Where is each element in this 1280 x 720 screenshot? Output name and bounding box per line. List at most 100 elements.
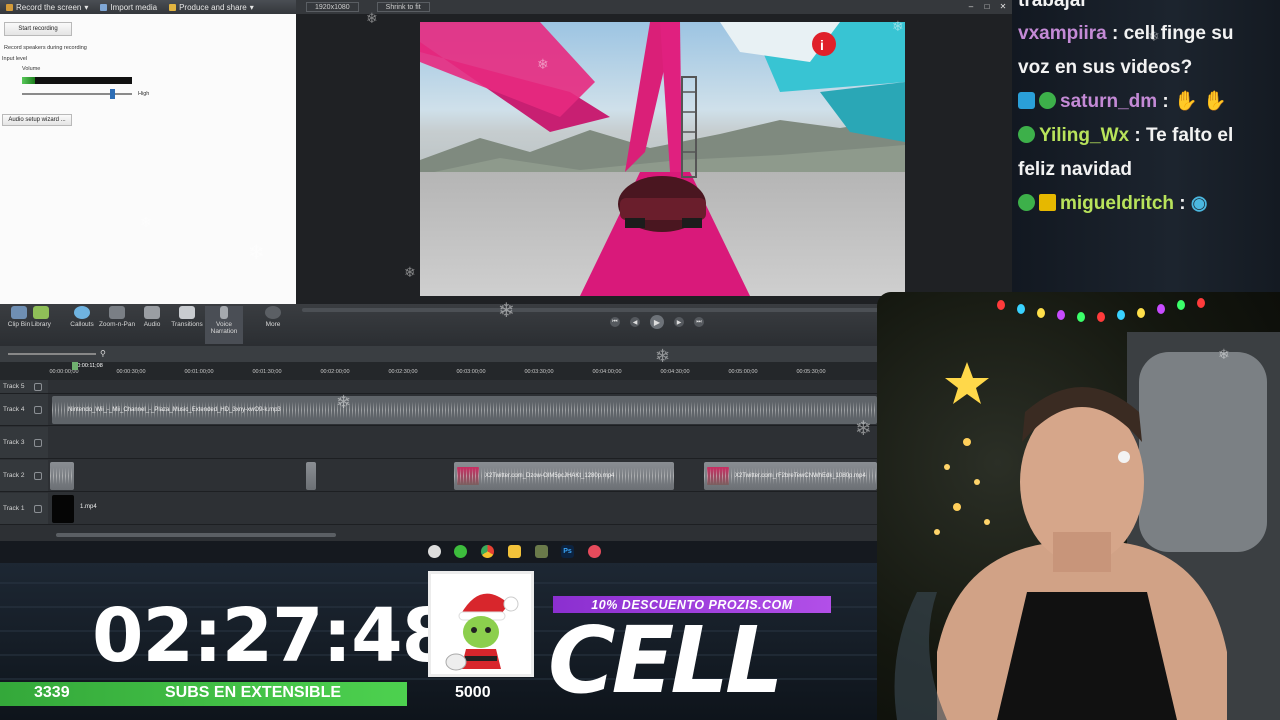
ruler-tick: 00:02:30;00 [388,369,418,375]
video-clip[interactable]: X2Twitter.com_rF2breTewCNWhEdk_1080p.mp4 [704,462,877,490]
video-clip[interactable]: X2Twitter.com_Dzow-OIM5pcJHAKt_1280p.mp4 [454,462,674,490]
chat-username[interactable]: migueldritch [1060,193,1174,214]
snowflake-icon: ❄ [336,392,352,412]
light-bulb [1017,304,1025,314]
menu-produce-share[interactable]: Produce and share ▾ [163,3,260,12]
preview-area: 1920x1080 Shrink to fit – □ ✕ i [296,0,1012,304]
video-clip[interactable] [50,462,74,490]
ruler-tick: 00:05:00;00 [728,369,758,375]
light-bulb [1177,300,1185,310]
volume-label: Volume [22,66,41,72]
track-header[interactable]: Track 4 [0,394,48,425]
track-header[interactable]: Track 2 [0,460,48,491]
track-body: 1.mp4 [48,493,877,524]
chat-username[interactable]: saturn_dm [1060,91,1157,112]
folder-icon[interactable] [508,545,521,558]
more-icon [265,306,281,319]
playhead[interactable] [72,362,78,370]
badge-icon [1018,194,1035,211]
track-header[interactable]: Track 1 [0,493,48,524]
lock-icon[interactable] [34,471,42,480]
editor-menubar: Record the screen ▾ Import media Produce … [0,0,296,14]
minimize-icon[interactable]: – [966,2,976,11]
high-label: High [138,91,150,97]
maximize-icon[interactable]: □ [982,2,992,11]
ruler-tick: 00:01:00;00 [184,369,214,375]
play-button[interactable]: ▶ [650,315,664,329]
tool-library[interactable]: Library [22,306,60,344]
menu-import-media[interactable]: Import media [94,3,163,12]
light-bulb [1037,308,1045,318]
lock-icon[interactable] [34,405,42,414]
volume-slider[interactable] [22,89,132,99]
lock-icon[interactable] [34,382,42,391]
chat-text: : [1174,193,1186,214]
step-forward-icon[interactable]: ▶ [674,317,684,327]
chat-username[interactable]: Yiling_Wx [1039,125,1129,146]
video-preview[interactable]: i [420,22,905,296]
subs-goal-count: 5000 [455,684,491,701]
snowflake-icon: ❄ [892,18,904,34]
speakers-option[interactable]: Record speakers during recording [4,45,87,51]
audio-clip[interactable]: Nintendo_Wii_-_Mii_Channel_-_Plaza_Music… [52,396,877,424]
light-bulb [997,300,1005,310]
os-taskbar: Ps [0,541,877,563]
menu-record-screen[interactable]: Record the screen ▾ [0,3,94,12]
chrome-icon[interactable] [481,545,494,558]
tool-audio[interactable]: Audio [133,306,171,344]
app-icon-clock[interactable] [428,545,441,558]
fit-select[interactable]: Shrink to fit [376,2,430,12]
tool-voice-narration[interactable]: Voice Narration [205,306,243,344]
track-1: Track 1 1.mp4 [0,493,877,525]
import-icon [100,3,108,11]
skip-forward-icon[interactable]: ⏭ [694,317,704,327]
video-clip[interactable] [306,462,316,490]
window-controls: – □ ✕ [966,2,1008,11]
audio-icon [144,306,160,319]
volume-slider-thumb[interactable] [110,89,115,99]
track-5: Track 5 [0,380,877,394]
transitions-icon [179,306,195,319]
track-4: Track 4 Nintendo_Wii_-_Mii_Channel_-_Pla… [0,394,877,426]
tool-transitions[interactable]: Transitions [168,306,206,344]
start-recording-label: Start recording [18,26,58,32]
tool-more[interactable]: More [254,306,292,344]
track-label: Track 2 [3,472,25,479]
app-icon-recorder[interactable] [588,545,601,558]
photoshop-icon[interactable]: Ps [561,545,574,558]
video-clip[interactable] [52,495,74,523]
tool-callouts[interactable]: Callouts [63,306,101,344]
step-back-icon[interactable]: ◀ [630,317,640,327]
audio-setup-button[interactable]: Audio setup wizard ... [2,114,72,126]
cell-santa-avatar-icon [431,574,531,674]
tool-zoom-pan[interactable]: Zoom-n-Pan [98,306,136,344]
magnifier-icon[interactable]: ⚲ [100,349,106,358]
track-header[interactable]: Track 3 [0,427,48,458]
snowflake-icon: ❄ [248,242,265,264]
chat-username[interactable]: vxampiira [1018,23,1107,44]
app-icon-game[interactable] [535,545,548,558]
track-label: Track 4 [3,406,25,413]
timeline-ruler[interactable]: 00:00:00;00 00:00:30;00 00:01:00;00 00:0… [0,362,877,380]
snowflake-icon: ❄ [1148,28,1160,44]
start-recording-button[interactable]: Start recording [4,22,72,36]
close-icon[interactable]: ✕ [998,2,1008,11]
ruler-tick: 00:01:30;00 [252,369,282,375]
track-header[interactable]: Track 5 [0,380,48,393]
app-icon-xbox[interactable] [454,545,467,558]
chevron-down-icon: ▾ [249,2,254,12]
tool-label: Zoom-n-Pan [98,321,136,328]
timeline-scrollbar[interactable] [56,533,336,537]
lock-icon[interactable] [34,438,42,447]
timeline-zoom-slider[interactable] [8,353,96,355]
track-label: Track 1 [3,505,25,512]
stream-timer: 02:27:48 [92,593,453,679]
skip-back-icon[interactable]: ⏮ [610,317,620,327]
input-level-fill [22,77,36,84]
clip-name: 1.mp4 [80,504,97,510]
resolution-select[interactable]: 1920x1080 [306,2,359,12]
chevron-down-icon: ▾ [84,2,89,12]
clip-name: X2Twitter.com_Dzow-OIM5pcJHAKt_1280p.mp4 [485,473,615,479]
track-label: Track 5 [3,383,25,390]
lock-icon[interactable] [34,504,42,513]
